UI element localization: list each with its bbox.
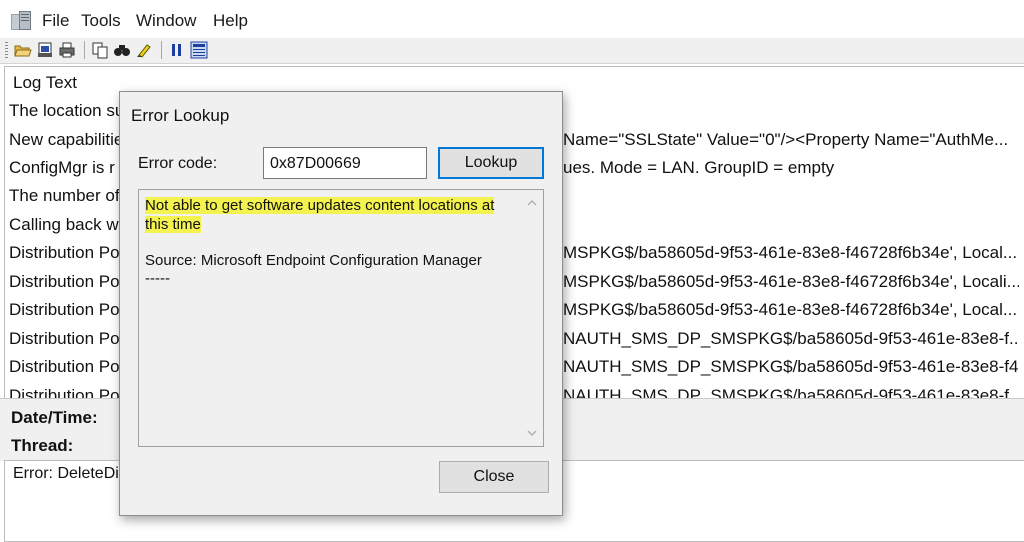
result-message: Not able to get software updates content… <box>145 196 515 234</box>
source-line: Source: Microsoft Endpoint Configuration… <box>145 252 482 269</box>
close-button[interactable]: Close <box>439 461 549 493</box>
log-row-text: ConfigMgr is r <box>9 158 115 177</box>
pause-icon[interactable] <box>168 41 186 59</box>
menu-window[interactable]: Window <box>136 11 196 31</box>
log-row-text-right: MSPKG$/ba58605d-9f53-461e-83e8-f46728f6b… <box>563 272 1019 291</box>
menu-bar: File Tools Window Help <box>0 0 1024 38</box>
thread-label: Thread: <box>11 436 74 455</box>
result-text-area[interactable]: Not able to get software updates content… <box>138 189 544 447</box>
print-preview-icon[interactable] <box>36 41 54 59</box>
menu-help[interactable]: Help <box>213 11 248 31</box>
log-row-text: Distribution Po <box>9 329 120 348</box>
error-lookup-icon[interactable] <box>190 41 208 59</box>
log-row-text: Distribution Po <box>9 357 120 376</box>
copy-icon[interactable] <box>91 41 109 59</box>
log-row-text-right: ues. Mode = LAN. GroupID = empty <box>563 158 835 177</box>
log-row-text: Calling back w <box>9 215 119 234</box>
error-code-label: Error code: <box>138 155 218 172</box>
log-row-text-right: NAUTH_SMS_DP_SMSPKG$/ba58605d-9f53-461e-… <box>563 329 1019 348</box>
log-row-text: Distribution Po <box>9 300 120 319</box>
result-source: Source: Microsoft Endpoint Configuration… <box>145 252 482 288</box>
message-text: Error: DeleteDi <box>13 465 119 482</box>
log-row-text: Distribution Po <box>9 272 120 291</box>
log-row-text-right: MSPKG$/ba58605d-9f53-461e-83e8-f46728f6b… <box>563 300 1018 319</box>
toolbar <box>0 38 1024 64</box>
error-code-input[interactable] <box>263 147 427 179</box>
find-icon[interactable] <box>113 41 131 59</box>
log-row-text-right: NAUTH_SMS_DP_SMSPKG$/ba58605d-9f53-461e-… <box>563 357 1019 376</box>
log-row-text: Distribution Po <box>9 243 120 262</box>
scroll-up-icon[interactable] <box>525 196 539 210</box>
log-row-text-right: MSPKG$/ba58605d-9f53-461e-83e8-f46728f6b… <box>563 243 1018 262</box>
lookup-button[interactable]: Lookup <box>438 147 544 179</box>
log-row-text-right: Name="SSLState" Value="0"/><Property Nam… <box>563 130 1009 149</box>
menu-tools[interactable]: Tools <box>81 11 121 31</box>
toolbar-separator <box>84 41 85 59</box>
log-row-text: New capabilitie <box>9 130 124 149</box>
datetime-label: Date/Time: <box>11 408 98 427</box>
highlight-icon[interactable] <box>135 41 153 59</box>
log-row-text: The location su <box>9 101 125 120</box>
print-icon[interactable] <box>58 41 76 59</box>
error-lookup-dialog: Error Lookup Error code: Lookup Not able… <box>119 91 563 516</box>
scroll-down-icon[interactable] <box>525 426 539 440</box>
menu-file[interactable]: File <box>42 11 69 31</box>
result-message-highlighted: Not able to get software updates content… <box>145 197 495 233</box>
separator-line: ----- <box>145 270 170 287</box>
toolbar-grip <box>5 42 8 59</box>
dialog-title: Error Lookup <box>131 106 230 125</box>
open-icon[interactable] <box>14 41 32 59</box>
log-text-column-header[interactable]: Log Text <box>13 73 77 93</box>
app-icon <box>11 11 31 30</box>
toolbar-separator <box>161 41 162 59</box>
log-row-text: The number of <box>9 186 120 205</box>
